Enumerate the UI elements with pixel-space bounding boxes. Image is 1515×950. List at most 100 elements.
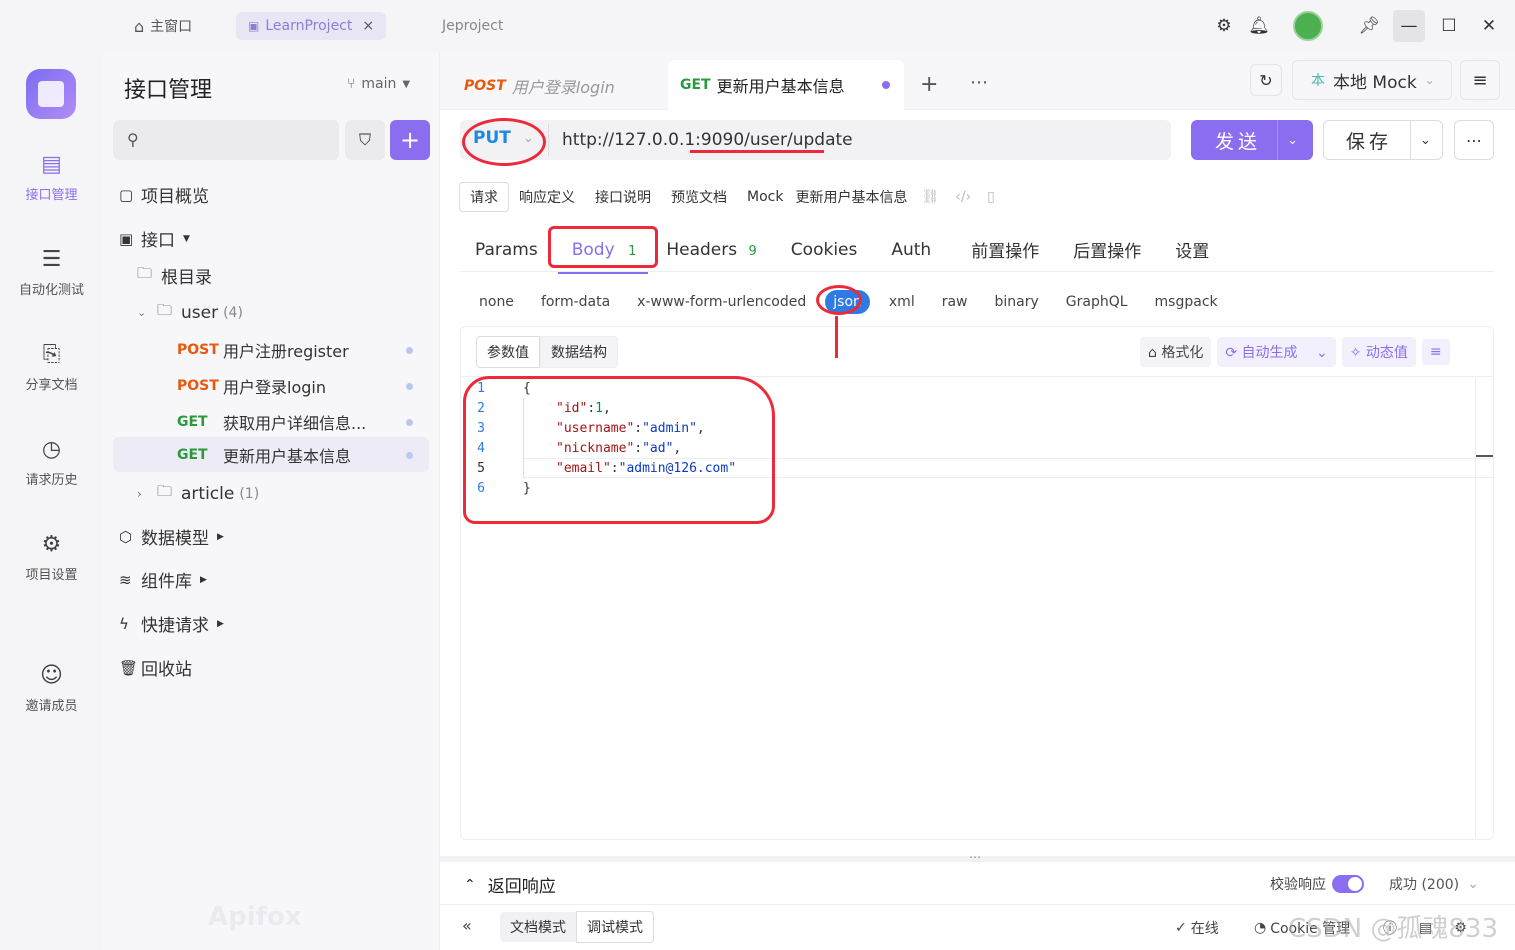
tab-pre-ops[interactable]: 前置操作: [971, 237, 1039, 262]
rail-automation[interactable]: ☰ 自动化测试: [0, 247, 103, 298]
panel-icon[interactable]: ▯: [987, 189, 995, 205]
nav-data-models[interactable]: ⬡ 数据模型 ▶: [119, 524, 224, 550]
drag-handle-icon[interactable]: ⋯: [969, 850, 981, 864]
subtab-request[interactable]: 请求: [459, 182, 509, 212]
tree-folder-article[interactable]: › 🗀︎ article (1): [137, 481, 259, 506]
tab-login[interactable]: POST 用户登录login: [464, 74, 615, 98]
tree-root[interactable]: 🗀︎ 根目录: [137, 263, 212, 288]
nav-overview[interactable]: ▢ 项目概览: [119, 182, 209, 208]
chevron-right-icon: ›: [137, 486, 142, 501]
filter-button[interactable]: ⛉: [345, 120, 385, 160]
subtab-response-def[interactable]: 响应定义: [509, 183, 585, 211]
send-divider: [1277, 120, 1278, 160]
tree-item[interactable]: POST 用户登录login: [177, 370, 429, 402]
code-icon[interactable]: ‹/›: [955, 189, 971, 205]
save-button[interactable]: 保存 ⌄: [1323, 120, 1443, 160]
method-selector[interactable]: PUT ⌄: [473, 128, 534, 148]
refresh-button[interactable]: ↻: [1250, 64, 1282, 96]
tab-data-structure[interactable]: 数据结构: [540, 336, 618, 368]
tree-item[interactable]: POST 用户注册register: [177, 334, 429, 366]
tab-param-values[interactable]: 参数值: [476, 336, 540, 368]
tab-body[interactable]: Body 1: [557, 240, 648, 274]
body-type-form-data[interactable]: form-data: [541, 294, 610, 310]
tab-auth[interactable]: Auth: [891, 240, 931, 260]
avatar[interactable]: [1292, 10, 1324, 42]
rail-invite[interactable]: ☺ 邀请成员: [0, 663, 103, 714]
nav-components[interactable]: ≋ 组件库 ▶: [119, 567, 207, 593]
collapse-sidebar-icon[interactable]: «: [462, 916, 472, 935]
response-status-selector[interactable]: 成功 (200) ⌄: [1389, 874, 1479, 894]
indent-guide: [523, 398, 524, 478]
home-tab[interactable]: ⌂ 主窗口: [134, 12, 192, 40]
pin-icon[interactable]: 📌︎: [1353, 10, 1385, 42]
rail-api-management[interactable]: ▤ 接口管理: [0, 152, 103, 203]
nav-interfaces[interactable]: ▣ 接口 ▼: [119, 226, 190, 252]
bell-icon[interactable]: 🔔︎: [1243, 10, 1275, 42]
body-type-binary[interactable]: binary: [995, 294, 1039, 310]
autogen-button[interactable]: ⟳ 自动生成 ⌄: [1217, 337, 1336, 367]
gear-icon[interactable]: ⚙: [1208, 10, 1240, 42]
doc-mode-button[interactable]: 文档模式: [500, 912, 576, 942]
subtab-mock[interactable]: Mock: [737, 185, 793, 209]
body-type-none[interactable]: none: [479, 294, 514, 310]
body-type-urlencoded[interactable]: x-www-form-urlencoded: [637, 294, 806, 310]
online-status[interactable]: ✓ 在线: [1175, 918, 1219, 938]
response-toggle[interactable]: ⌃ 返回响应: [464, 872, 556, 898]
tab-update-user[interactable]: GET 更新用户基本信息: [668, 60, 904, 110]
editor-scrollbar[interactable]: [1475, 378, 1493, 838]
nav-quick-requests[interactable]: ϟ 快捷请求 ▶: [119, 611, 224, 637]
menu-button[interactable]: ≡: [1460, 60, 1500, 100]
url-input[interactable]: http://127.0.0.1:9090/user/update: [562, 130, 853, 150]
tab-params[interactable]: Params: [475, 240, 538, 260]
body-type-raw[interactable]: raw: [942, 294, 968, 310]
lightning-icon: ϟ: [119, 614, 129, 633]
rail-share-doc[interactable]: ⎘ 分享文档: [0, 342, 103, 393]
env-selector[interactable]: 本 本地 Mock ⌄: [1292, 60, 1452, 100]
maximize-icon[interactable]: ☐: [1433, 10, 1465, 42]
body-type-xml[interactable]: xml: [889, 294, 915, 310]
project-tab[interactable]: ▣ LearnProject ×: [236, 12, 387, 40]
subtab-interface-desc[interactable]: 接口说明: [585, 183, 661, 211]
close-tab-icon[interactable]: ×: [362, 18, 374, 34]
body-type-msgpack[interactable]: msgpack: [1155, 294, 1218, 310]
chevron-down-icon[interactable]: ⌄: [1316, 345, 1328, 361]
code-editor[interactable]: 1 { 2 "id":1, 3 "username": "admin", 4 "n…: [461, 378, 1495, 838]
dynamic-value-button[interactable]: ✧ 动态值: [1341, 337, 1416, 367]
close-icon[interactable]: ✕: [1473, 10, 1505, 42]
body-type-graphql[interactable]: GraphQL: [1066, 294, 1128, 310]
tree-folder-user[interactable]: ⌄ 🗀︎ user (4): [137, 300, 243, 325]
format-button[interactable]: ⌂ 格式化: [1140, 337, 1212, 367]
tree-item-selected[interactable]: GET 更新用户基本信息: [177, 439, 429, 471]
send-button[interactable]: 发送 ⌄: [1191, 120, 1313, 160]
search-input[interactable]: ⚲: [113, 120, 339, 160]
param-tabs: Params Body 1 Headers 9 Cookies Auth 前置操…: [475, 237, 1209, 274]
url-divider: [548, 124, 549, 156]
more-tabs-icon[interactable]: ⋯: [970, 72, 988, 93]
wrap-button[interactable]: ≡: [1421, 339, 1450, 365]
tab-cookies[interactable]: Cookies: [791, 240, 858, 260]
more-button[interactable]: ⋯: [1454, 120, 1494, 160]
tree-count: (1): [239, 485, 260, 502]
sidebar: 接口管理 ⑂ main ▼ ⚲ ⛉ + ▢ 项目概览 ▣ 接口 ▼ 🗀︎ 根目录…: [103, 52, 440, 950]
body-type-json[interactable]: json: [825, 290, 870, 314]
tab-headers[interactable]: Headers 9: [666, 240, 756, 260]
link-icon[interactable]: ⛓: [921, 189, 939, 205]
tab-settings[interactable]: 设置: [1175, 237, 1209, 262]
search-icon: ⚲: [127, 130, 139, 149]
tab-post-ops[interactable]: 后置操作: [1073, 237, 1141, 262]
debug-mode-button[interactable]: 调试模式: [576, 911, 654, 943]
branch-selector[interactable]: ⑂ main ▼: [347, 76, 410, 92]
minimize-icon[interactable]: —: [1393, 10, 1425, 42]
rail-settings[interactable]: ⚙ 项目设置: [0, 532, 103, 583]
subtab-preview-doc[interactable]: 预览文档: [661, 183, 737, 211]
validate-toggle[interactable]: [1332, 875, 1364, 893]
new-tab-icon[interactable]: +: [920, 72, 938, 97]
chevron-down-icon[interactable]: ⌄: [1287, 133, 1298, 148]
nav-recycle[interactable]: 🗑︎ 回收站: [119, 655, 192, 681]
save-label: 保存: [1346, 130, 1393, 153]
add-button[interactable]: +: [390, 120, 430, 160]
tree-item[interactable]: GET 获取用户详细信息...: [177, 406, 429, 438]
tree-item-label: 更新用户基本信息: [223, 447, 352, 466]
rail-history[interactable]: ◷ 请求历史: [0, 437, 103, 488]
chevron-down-icon[interactable]: ⌄: [1420, 133, 1431, 148]
